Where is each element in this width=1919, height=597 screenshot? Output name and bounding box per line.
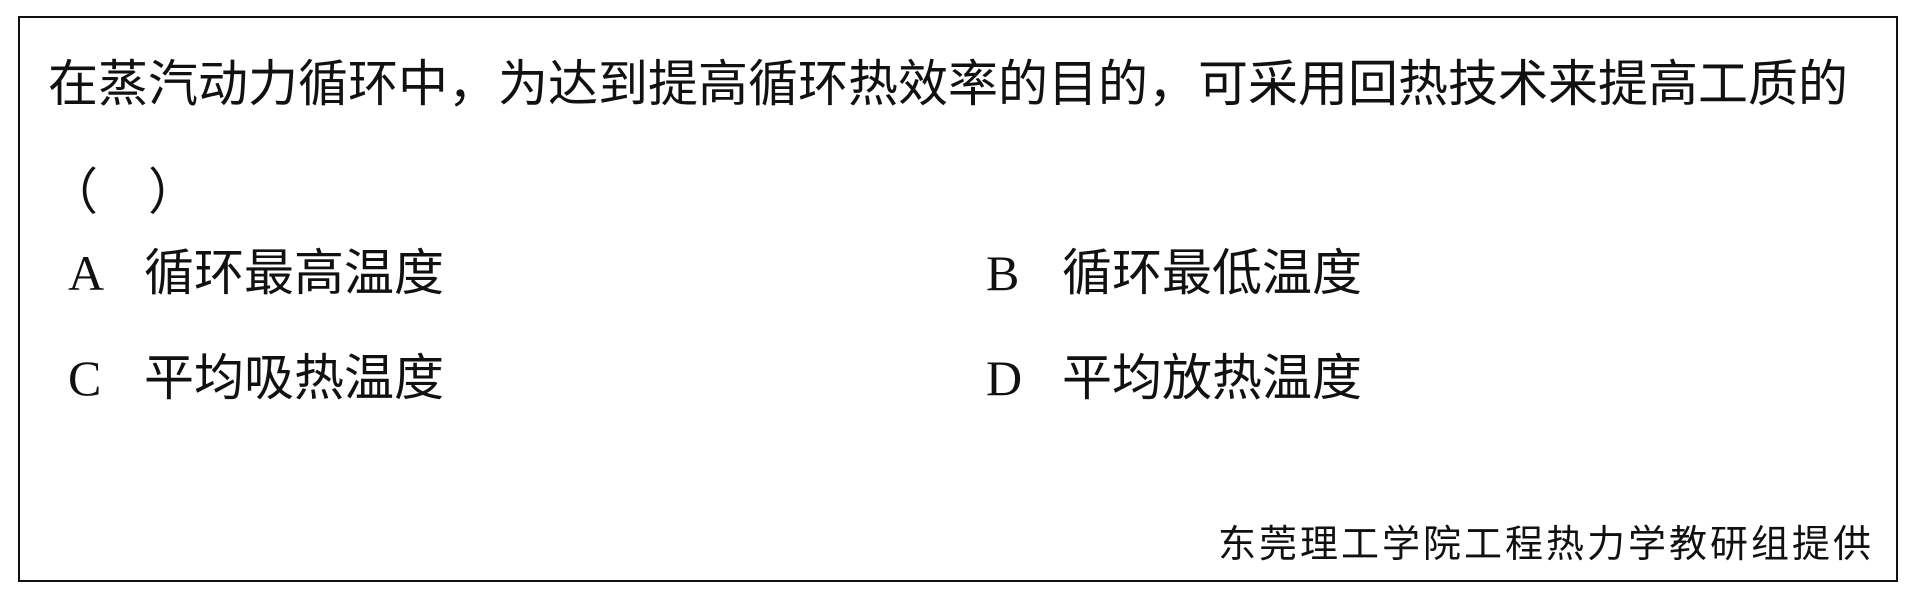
option-letter: C [68,350,102,406]
question-text: 在蒸汽动力循环中，为达到提高循环热效率的目的，可采用回热技术来提高工质的（ ） [48,55,1848,221]
option-label: 循环最高温度 [144,244,444,302]
option-letter: D [986,350,1023,406]
option-label: 循环最低温度 [1062,244,1362,302]
option-label: 平均放热温度 [1062,349,1362,407]
option-c[interactable]: C 平均吸热温度 [68,348,444,408]
option-a[interactable]: A 循环最高温度 [68,243,444,303]
option-label: 平均吸热温度 [144,349,444,407]
option-d[interactable]: D 平均放热温度 [986,348,1362,408]
source-credit: 东莞理工学院工程热力学教研组提供 [1217,522,1874,566]
option-letter: B [986,245,1020,301]
question-card: 在蒸汽动力循环中，为达到提高循环热效率的目的，可采用回热技术来提高工质的（ ） … [18,16,1898,582]
option-letter: A [68,245,105,301]
option-b[interactable]: B 循环最低温度 [986,243,1362,303]
